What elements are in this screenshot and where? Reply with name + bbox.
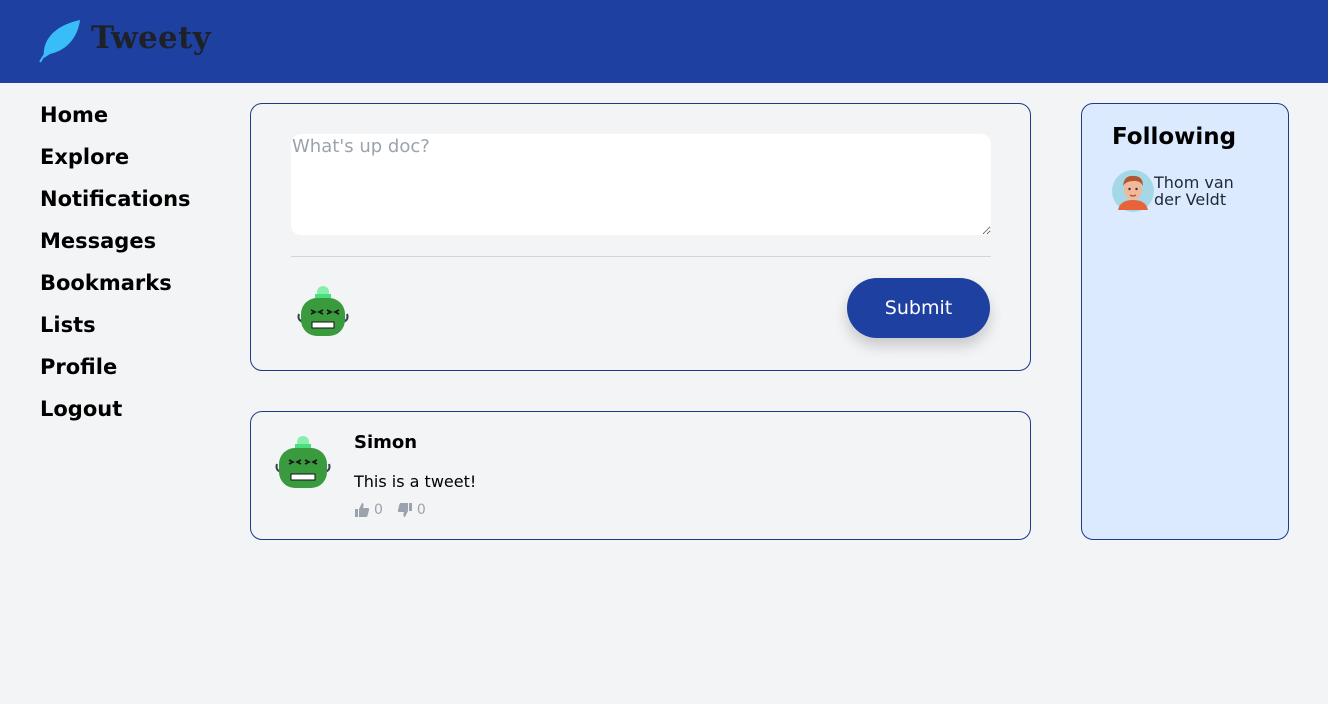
dislike-button[interactable]: 0 [397, 502, 426, 518]
app-name[interactable]: Tweety [91, 20, 211, 56]
robot-avatar-icon[interactable] [273, 434, 333, 494]
nav-item-bookmarks[interactable]: Bookmarks [40, 266, 191, 308]
nav-item-messages[interactable]: Messages [40, 224, 191, 266]
following-panel: Following Thom van der Veldt [1081, 103, 1289, 540]
person-avatar-icon [1112, 170, 1154, 212]
tweet-author[interactable]: Simon [354, 432, 417, 453]
tweet-actions: 0 0 [354, 502, 440, 518]
like-button[interactable]: 0 [354, 502, 383, 518]
nav-item-notifications[interactable]: Notifications [40, 182, 191, 224]
thumbs-up-icon [355, 503, 370, 517]
nav-item-lists[interactable]: Lists [40, 308, 191, 350]
nav-item-logout[interactable]: Logout [40, 392, 191, 434]
following-user-name[interactable]: Thom van der Veldt [1154, 174, 1244, 208]
nav-item-home[interactable]: Home [40, 98, 191, 140]
submit-button[interactable]: Submit [847, 278, 990, 338]
nav-item-explore[interactable]: Explore [40, 140, 191, 182]
thumbs-down-icon [397, 503, 412, 517]
compose-card: Submit [250, 103, 1031, 371]
sidebar-nav: Home Explore Notifications Messages Book… [40, 98, 191, 434]
dislike-count: 0 [416, 502, 426, 518]
nav-item-profile[interactable]: Profile [40, 350, 191, 392]
robot-avatar-icon [297, 286, 349, 336]
top-bar: Tweety [0, 0, 1328, 83]
like-count: 0 [374, 502, 383, 518]
feather-icon[interactable] [38, 18, 84, 64]
following-user[interactable]: Thom van der Veldt [1112, 170, 1244, 212]
tweet-text: This is a tweet! [354, 472, 477, 491]
following-title: Following [1112, 124, 1237, 150]
divider [291, 256, 991, 257]
tweet-card: Simon This is a tweet! 0 0 [250, 411, 1031, 540]
tweet-input[interactable] [291, 134, 991, 235]
